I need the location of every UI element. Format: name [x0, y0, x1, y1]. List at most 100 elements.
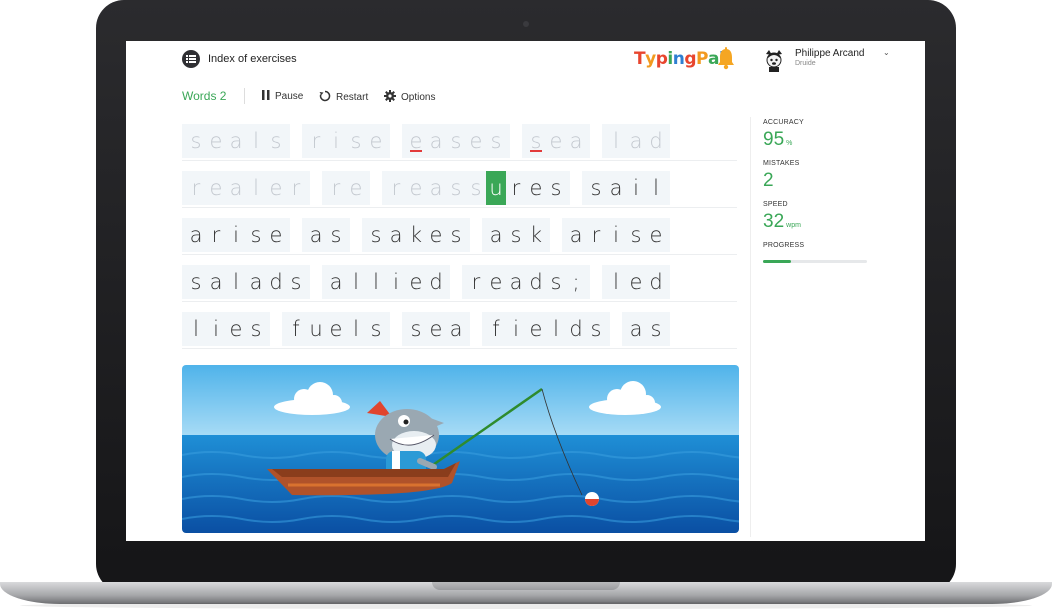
word-char: e [406, 124, 426, 158]
index-of-exercises-link[interactable]: Index of exercises [182, 50, 297, 68]
word: allied [322, 265, 450, 299]
word-char: d [649, 270, 663, 294]
word-char: s [290, 270, 302, 294]
word-char: ; [572, 270, 580, 294]
word-char: r [511, 176, 521, 200]
word-char: d [569, 317, 583, 341]
word-char: e [209, 176, 223, 200]
user-avatar[interactable] [763, 48, 785, 72]
word-char: d [269, 270, 283, 294]
gear-icon [384, 90, 396, 105]
index-of-exercises-label: Index of exercises [208, 53, 297, 65]
word: eases [402, 124, 510, 158]
accuracy-label: ACCURACY [763, 119, 804, 126]
word-char: l [233, 270, 239, 294]
options-button[interactable]: Options [384, 90, 435, 105]
word-char: a [489, 223, 503, 247]
word-char: i [233, 223, 239, 247]
word-char: r [471, 270, 481, 294]
word-char: a [629, 317, 643, 341]
word-char: i [333, 129, 339, 153]
word-char: e [429, 317, 443, 341]
mistakes-label: MISTAKES [763, 160, 800, 167]
mistakes-value: 2 [763, 170, 774, 191]
app-screen: Index of exercises TypingPal Philippe Ar… [126, 41, 925, 541]
word-char: e [629, 270, 643, 294]
word: led [602, 265, 670, 299]
word-char: a [329, 270, 343, 294]
word-char: l [253, 129, 259, 153]
word-char: s [490, 129, 502, 153]
word-char: s [190, 129, 202, 153]
word-char: e [349, 176, 363, 200]
list-icon [182, 50, 200, 68]
word: r e a d s; [462, 265, 590, 299]
logo-letter: P [695, 49, 708, 69]
progress-bar [763, 260, 867, 263]
progress-fill [763, 260, 792, 263]
word-char: a [609, 176, 623, 200]
word: realer [182, 171, 310, 205]
chevron-down-icon[interactable]: ⌄ [883, 48, 890, 57]
word-char: s [470, 176, 482, 200]
word-char: l [253, 176, 259, 200]
word-char: s [590, 176, 602, 200]
word-char: a [429, 176, 443, 200]
word-char: s [510, 223, 522, 247]
word: salads [182, 265, 310, 299]
bell-icon[interactable] [715, 47, 737, 71]
word: ask [482, 218, 550, 252]
word-char: s [550, 270, 562, 294]
word-char: e [269, 176, 283, 200]
word-char: i [513, 317, 519, 341]
word-char: s [450, 176, 462, 200]
word-char: l [353, 317, 359, 341]
word-char: e [429, 223, 443, 247]
accuracy-value: 95% [763, 129, 792, 151]
word-char: s [250, 223, 262, 247]
word-char: s [650, 317, 662, 341]
word: arise [182, 218, 290, 252]
word: sea [402, 312, 470, 346]
word-char: r [211, 223, 221, 247]
word-char: s [630, 223, 642, 247]
word-char: r [391, 176, 401, 200]
word-char: r [291, 176, 301, 200]
word-char: f [292, 317, 300, 341]
word-char: e [409, 270, 423, 294]
user-role: Druide [795, 60, 816, 67]
pause-button[interactable]: Pause [262, 90, 303, 103]
word: sakes [362, 218, 470, 252]
word-char: a [569, 129, 583, 153]
word-char: s [270, 129, 282, 153]
word-char: l [613, 129, 619, 153]
word-char: r [311, 129, 321, 153]
word-char: e [549, 129, 563, 153]
word-char: e [229, 317, 243, 341]
word-char: i [633, 176, 639, 200]
word-char: s [250, 317, 262, 341]
progress-label: PROGRESS [763, 242, 805, 249]
word-char: l [353, 270, 359, 294]
toolbar-divider [244, 88, 245, 104]
word-char: s [370, 317, 382, 341]
word-char: s [410, 317, 422, 341]
word-char: s [350, 129, 362, 153]
speed-label: SPEED [763, 201, 788, 208]
word-char: s [370, 223, 382, 247]
word-char: k [409, 223, 423, 247]
word-char: e [409, 176, 423, 200]
word: lies [182, 312, 270, 346]
word-char: e [329, 317, 343, 341]
word-char: a [209, 270, 223, 294]
stats-divider [750, 117, 751, 537]
options-label: Options [401, 92, 436, 103]
logo-letter: g [684, 49, 696, 69]
restart-button[interactable]: Restart [319, 90, 368, 105]
restart-label: Restart [336, 92, 369, 103]
user-name[interactable]: Philippe Arcand [795, 48, 865, 59]
word-char: a [389, 223, 403, 247]
laptop-notch [432, 582, 620, 590]
pause-label: Pause [275, 91, 304, 102]
word-char: f [492, 317, 500, 341]
